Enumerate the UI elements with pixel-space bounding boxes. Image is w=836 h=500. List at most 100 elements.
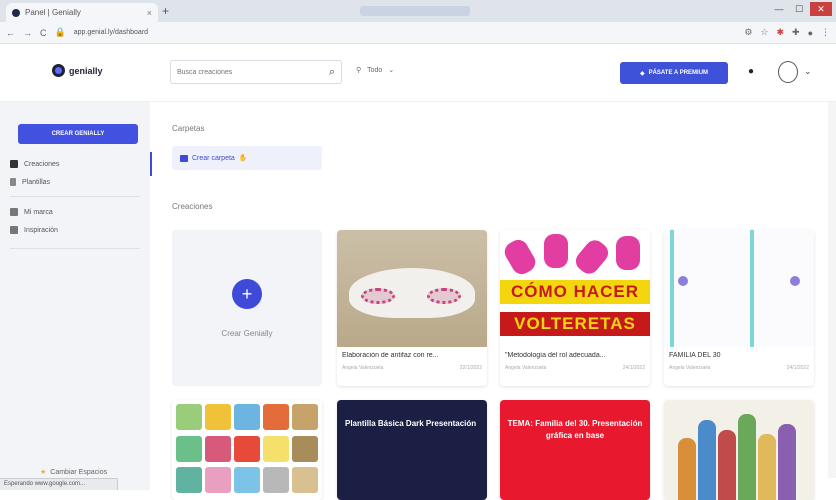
creation-card[interactable]: TEMA: Familia del 30. Presentación gráfi… (500, 400, 650, 500)
teal-bar (670, 230, 674, 347)
change-space-link[interactable]: ★ Cambiar Espacios (40, 468, 108, 477)
notifications-bell-icon[interactable]: ● (748, 66, 754, 77)
genially-logo-icon (52, 64, 65, 77)
back-icon[interactable]: ← (6, 28, 15, 38)
window-controls: — ☐ ✕ (770, 2, 832, 16)
grid-picture (205, 404, 231, 430)
app-header: genially ⌕ ⚲ Todo ⌄ ◆ PÁSATE A PREMIUM ●… (0, 44, 836, 102)
grid-picture (292, 435, 318, 462)
sidebar-divider (10, 196, 140, 197)
close-tab-icon[interactable]: × (147, 8, 152, 18)
grid-picture (234, 404, 260, 430)
star-icon: ★ (40, 469, 47, 476)
address-bar: ← → C 🔒 app.genial.ly/dashboard ⚙ ☆ ✱ ✚ … (0, 22, 836, 44)
creation-card[interactable]: Plantilla Básica Dark Presentación (337, 400, 487, 500)
sidebar-item-brand[interactable]: Mi marca (10, 208, 53, 216)
puzzle-icon[interactable]: ✚ (792, 27, 800, 38)
thumb-title: Plantilla Básica Dark Presentación (345, 419, 477, 428)
sidebar-divider (10, 248, 140, 249)
card-author: Angela Valenzuela (342, 365, 384, 371)
change-space-label: Cambiar Espacios (50, 468, 108, 476)
reload-icon[interactable]: C (40, 28, 47, 38)
mask-eye-left (361, 288, 395, 304)
active-section-marker (150, 152, 152, 176)
sidebar-item-inspiration[interactable]: Inspiración (10, 226, 58, 234)
extension-red-icon[interactable]: ✱ (776, 27, 784, 38)
grid-icon (10, 160, 18, 168)
user-avatar[interactable] (778, 61, 798, 83)
diamond-icon: ◆ (639, 70, 645, 77)
browser-tab[interactable]: Panel | Genially × (6, 3, 158, 22)
grid-picture (263, 435, 289, 462)
grid-picture (263, 404, 289, 430)
grid-picture (263, 467, 289, 494)
mask-illustration (349, 268, 475, 318)
star-bookmark-icon[interactable]: ☆ (760, 27, 768, 38)
brand-icon (10, 208, 18, 216)
profile-icon[interactable]: ● (808, 28, 813, 38)
teal-bar (750, 230, 754, 347)
url-field[interactable]: app.genial.ly/dashboard (74, 29, 737, 36)
thumb-text-line2: VOLTERETAS (514, 314, 636, 333)
creation-card[interactable]: CÓMO HACER VOLTERETAS "Metodología del r… (500, 230, 650, 386)
filter-label: Todo (367, 66, 383, 74)
create-genially-card[interactable]: + Crear Genially (172, 230, 322, 386)
card-thumbnail-volteretas: CÓMO HACER VOLTERETAS (500, 230, 650, 347)
person-figure (738, 414, 756, 500)
inspiration-icon (10, 226, 18, 234)
grid-picture (292, 404, 318, 430)
maximize-button[interactable]: ☐ (790, 2, 808, 16)
minimize-button[interactable]: — (770, 2, 788, 16)
card-date: 24/1/2022 (622, 365, 645, 371)
account-chevron-down-icon[interactable]: ⌄ (804, 66, 812, 77)
filter-dropdown[interactable]: ⚲ Todo ⌄ (356, 66, 394, 75)
sidebar-item-templates[interactable]: Plantillas (10, 178, 50, 186)
person-figure (678, 438, 696, 500)
creation-card[interactable]: FAMILIA DEL 30 Angela Valenzuela 24/1/20… (664, 230, 814, 386)
person-figure (758, 434, 776, 500)
browser-tabbar: Panel | Genially × + — ☐ ✕ (0, 0, 836, 22)
search-input[interactable] (177, 68, 329, 76)
creation-card[interactable]: Elaboración de antifaz con re... Angela … (337, 230, 487, 386)
grid-picture (234, 467, 260, 494)
creation-card[interactable] (172, 400, 322, 500)
gymnast-figure (571, 236, 613, 278)
premium-label: PÁSATE A PREMIUM (648, 70, 709, 76)
tabbar-blurred-region (360, 6, 470, 16)
card-thumbnail-mask (337, 230, 487, 347)
genially-logo[interactable]: genially (52, 64, 103, 77)
browser-menu-icon[interactable]: ⋮ (821, 27, 830, 38)
grid-picture (176, 467, 202, 494)
search-box: ⌕ (170, 60, 342, 84)
close-window-button[interactable]: ✕ (810, 2, 832, 16)
card-author: Angela Valenzuela (505, 365, 547, 371)
extension-icon[interactable]: ⚙ (744, 27, 752, 38)
sidebar-item-label: Mi marca (24, 208, 53, 216)
tab-title: Panel | Genially (25, 8, 81, 17)
premium-button[interactable]: ◆ PÁSATE A PREMIUM (620, 62, 728, 84)
forward-icon[interactable]: → (23, 28, 32, 38)
new-tab-button[interactable]: + (162, 4, 169, 18)
create-genially-button[interactable]: CREAR GENIALLY (18, 124, 138, 144)
create-folder-button[interactable]: Crear carpeta ✋ (172, 146, 322, 170)
sidebar-item-creations[interactable]: Creaciones (10, 160, 59, 168)
sidebar: CREAR GENIALLY Creaciones Plantillas Mi … (0, 102, 150, 490)
card-title: "Metodología del rol adecuada... (505, 352, 606, 359)
sidebar-item-label: Plantillas (22, 178, 51, 186)
gymnast-figure (616, 236, 640, 270)
creations-heading: Creaciones (172, 202, 213, 211)
card-title: FAMILIA DEL 30 (669, 352, 721, 359)
thumb-text-line1: CÓMO HACER (510, 282, 640, 301)
card-thumbnail-dark: Plantilla Básica Dark Presentación (337, 400, 487, 500)
plus-icon: + (232, 278, 262, 309)
folder-icon (180, 154, 188, 162)
grid-picture (205, 467, 231, 494)
browser-status-bar: Esperando www.google.com... (0, 478, 118, 490)
creation-card[interactable] (664, 400, 814, 500)
search-icon[interactable]: ⌕ (329, 66, 335, 79)
hand-emoji-icon: ✋ (238, 155, 248, 162)
grid-picture (292, 467, 318, 494)
folders-heading: Carpetas (172, 124, 205, 133)
page-scrollbar[interactable] (828, 102, 836, 478)
card-thumbnail-red: TEMA: Familia del 30. Presentación gráfi… (500, 400, 650, 500)
